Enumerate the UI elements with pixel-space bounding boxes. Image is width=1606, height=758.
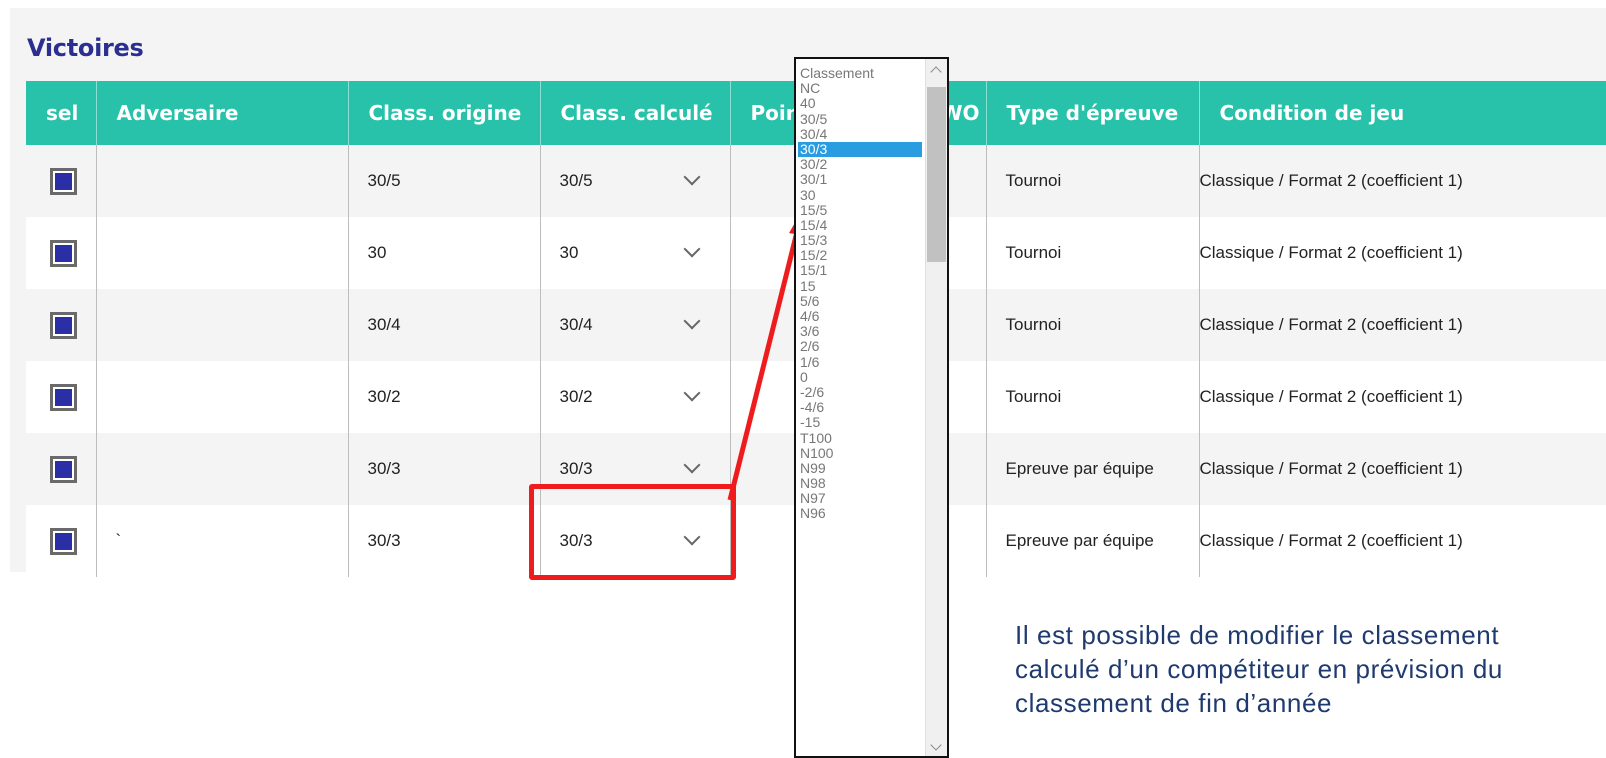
dropdown-option[interactable]: 15/4 — [798, 217, 922, 233]
dropdown-scrollbar[interactable] — [925, 59, 947, 756]
annotation-line: calculé d’un compétiteur en prévision du — [1015, 654, 1503, 684]
dropdown-option[interactable]: 15 — [798, 278, 922, 294]
dropdown-option[interactable]: N99 — [798, 460, 922, 476]
dropdown-option[interactable]: T100 — [798, 430, 922, 446]
dropdown-option[interactable]: NC — [798, 80, 922, 96]
dropdown-option[interactable]: 30/1 — [798, 172, 922, 187]
dropdown-option[interactable]: -2/6 — [798, 384, 922, 400]
annotation-line: classement de fin d’année — [1015, 688, 1333, 718]
callout-arrow-line — [727, 231, 800, 501]
dropdown-option[interactable]: N97 — [798, 491, 922, 506]
dropdown-option[interactable]: 4/6 — [798, 308, 922, 324]
dropdown-option[interactable]: 15/1 — [798, 263, 922, 278]
annotation-line: Il est possible de modifier le classemen… — [1015, 620, 1500, 650]
scroll-down-icon[interactable] — [930, 739, 942, 751]
dropdown-option[interactable]: N98 — [798, 475, 922, 491]
dropdown-option[interactable]: 15/5 — [798, 202, 922, 218]
dropdown-option[interactable]: 2/6 — [798, 339, 922, 354]
dropdown-option[interactable]: 5/6 — [798, 293, 922, 309]
dropdown-option[interactable]: 15/3 — [798, 232, 922, 248]
dropdown-option[interactable]: 40 — [798, 96, 922, 111]
dropdown-option[interactable]: 30/5 — [798, 111, 922, 127]
annotation-text: Il est possible de modifier le classemen… — [1015, 618, 1606, 720]
dropdown-option[interactable]: -4/6 — [798, 399, 922, 415]
dropdown-option[interactable]: 30/3 — [798, 141, 922, 158]
dropdown-option[interactable]: 0 — [798, 369, 922, 385]
dropdown-option[interactable]: N96 — [798, 506, 922, 521]
dropdown-option[interactable]: 30/4 — [798, 126, 922, 142]
classement-dropdown[interactable]: Classement NC 40 30/5 30/4 30/3 30/2 30/1 30 15/5… — [794, 57, 949, 758]
dropdown-option[interactable]: 30 — [798, 187, 922, 203]
scrollbar-thumb[interactable] — [927, 87, 946, 262]
dropdown-option[interactable]: 3/6 — [798, 323, 922, 339]
dropdown-options: Classement NC 40 30/5 30/4 30/3 30/2 30/1 30 15/5… — [798, 65, 922, 522]
dropdown-option[interactable]: 15/2 — [798, 248, 922, 263]
scroll-up-icon[interactable] — [930, 66, 942, 78]
dropdown-option[interactable]: Classement — [798, 65, 922, 81]
dropdown-option[interactable]: N100 — [798, 445, 922, 461]
dropdown-option[interactable]: -15 — [798, 415, 922, 430]
dropdown-option[interactable]: 30/2 — [798, 156, 922, 172]
dropdown-option[interactable]: 1/6 — [798, 354, 922, 370]
